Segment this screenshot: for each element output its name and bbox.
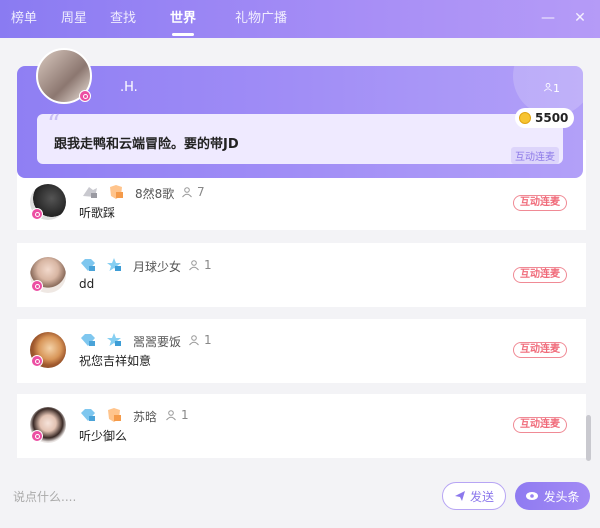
close-icon[interactable]: ✕ bbox=[572, 10, 588, 26]
headline-interaction-tag[interactable]: 互动连麦 bbox=[511, 147, 559, 164]
tab-gift-broadcast[interactable]: 礼物广播 bbox=[230, 0, 292, 38]
interaction-tag[interactable]: 互动连麦 bbox=[513, 342, 567, 358]
headline-username[interactable]: .H. bbox=[120, 80, 138, 95]
follower-count: 1 bbox=[204, 258, 212, 272]
level-icon bbox=[83, 187, 97, 198]
coin-icon bbox=[519, 112, 531, 124]
follower-count: 7 bbox=[197, 185, 205, 199]
follower-count: 1 bbox=[181, 408, 189, 422]
interaction-tag[interactable]: 互动连麦 bbox=[513, 417, 567, 433]
diamond-level-icon bbox=[81, 259, 95, 271]
person-icon bbox=[543, 83, 553, 92]
diamond-level-icon bbox=[81, 334, 95, 346]
username[interactable]: 翯翯要饭 bbox=[133, 333, 181, 350]
message-input[interactable] bbox=[13, 487, 423, 507]
tab-search[interactable]: 查找 bbox=[105, 0, 141, 38]
top-tab-bar: 榜单 周星 查找 世界 礼物广播 — ✕ bbox=[0, 0, 600, 38]
active-tab-indicator bbox=[172, 33, 194, 36]
headline-label: 发头条 bbox=[543, 489, 580, 504]
gender-badge-icon bbox=[31, 355, 43, 367]
rank-badge-icon bbox=[110, 185, 123, 199]
headline-icon bbox=[526, 492, 539, 500]
username[interactable]: 月球少女 bbox=[133, 258, 181, 275]
list-item[interactable]: 苏晗 1 听少御么 互动连麦 bbox=[17, 394, 586, 458]
interaction-tag[interactable]: 互动连麦 bbox=[513, 267, 567, 283]
tab-weekly-star[interactable]: 周星 bbox=[56, 0, 92, 38]
list-item[interactable]: 月球少女 1 dd 互动连麦 bbox=[17, 243, 586, 307]
message-text: 祝您吉祥如意 bbox=[79, 354, 152, 368]
interaction-tag[interactable]: 互动连麦 bbox=[513, 195, 567, 211]
message-text: dd bbox=[79, 277, 95, 291]
gender-badge-icon bbox=[31, 430, 43, 442]
gender-badge-icon bbox=[31, 280, 43, 292]
rank-badge-icon bbox=[108, 408, 121, 422]
person-icon bbox=[182, 187, 192, 198]
send-label: 发送 bbox=[469, 489, 494, 504]
star-badge-icon bbox=[107, 258, 121, 271]
person-icon bbox=[166, 410, 176, 421]
diamond-level-icon bbox=[81, 409, 95, 421]
star-badge-icon bbox=[107, 333, 121, 346]
follower-count: 1 bbox=[204, 333, 212, 347]
message-text: 听少御么 bbox=[79, 429, 128, 443]
tab-ranking[interactable]: 榜单 bbox=[6, 0, 42, 38]
list-item[interactable]: 翯翯要饭 1 祝您吉祥如意 互动连麦 bbox=[17, 319, 586, 383]
minimize-icon[interactable]: — bbox=[540, 10, 556, 26]
headline-follower-count: 1 bbox=[553, 82, 560, 95]
message-text: 听歌踩 bbox=[79, 206, 116, 220]
composer-bar: 发送 发头条 bbox=[0, 463, 600, 528]
person-icon bbox=[189, 335, 199, 346]
send-icon bbox=[454, 491, 465, 501]
pinned-headline-card[interactable]: .H. 1 “ 跟我走鸭和云端冒险。要的带JD 5500 互动连麦 bbox=[17, 66, 583, 178]
headline-message: 跟我走鸭和云端冒险。要的带JD bbox=[54, 137, 239, 152]
coin-badge: 5500 bbox=[515, 108, 575, 128]
scrollbar-thumb[interactable] bbox=[586, 415, 591, 461]
username[interactable]: 苏晗 bbox=[133, 408, 157, 425]
gender-badge-icon bbox=[31, 208, 43, 220]
coin-amount: 5500 bbox=[535, 111, 569, 125]
scrollbar[interactable] bbox=[584, 38, 592, 463]
headline-button[interactable]: 发头条 bbox=[515, 482, 590, 510]
person-icon bbox=[189, 260, 199, 271]
username[interactable]: 8然8歌 bbox=[135, 185, 174, 202]
send-button[interactable]: 发送 bbox=[442, 482, 506, 510]
gender-badge-icon bbox=[79, 90, 91, 102]
